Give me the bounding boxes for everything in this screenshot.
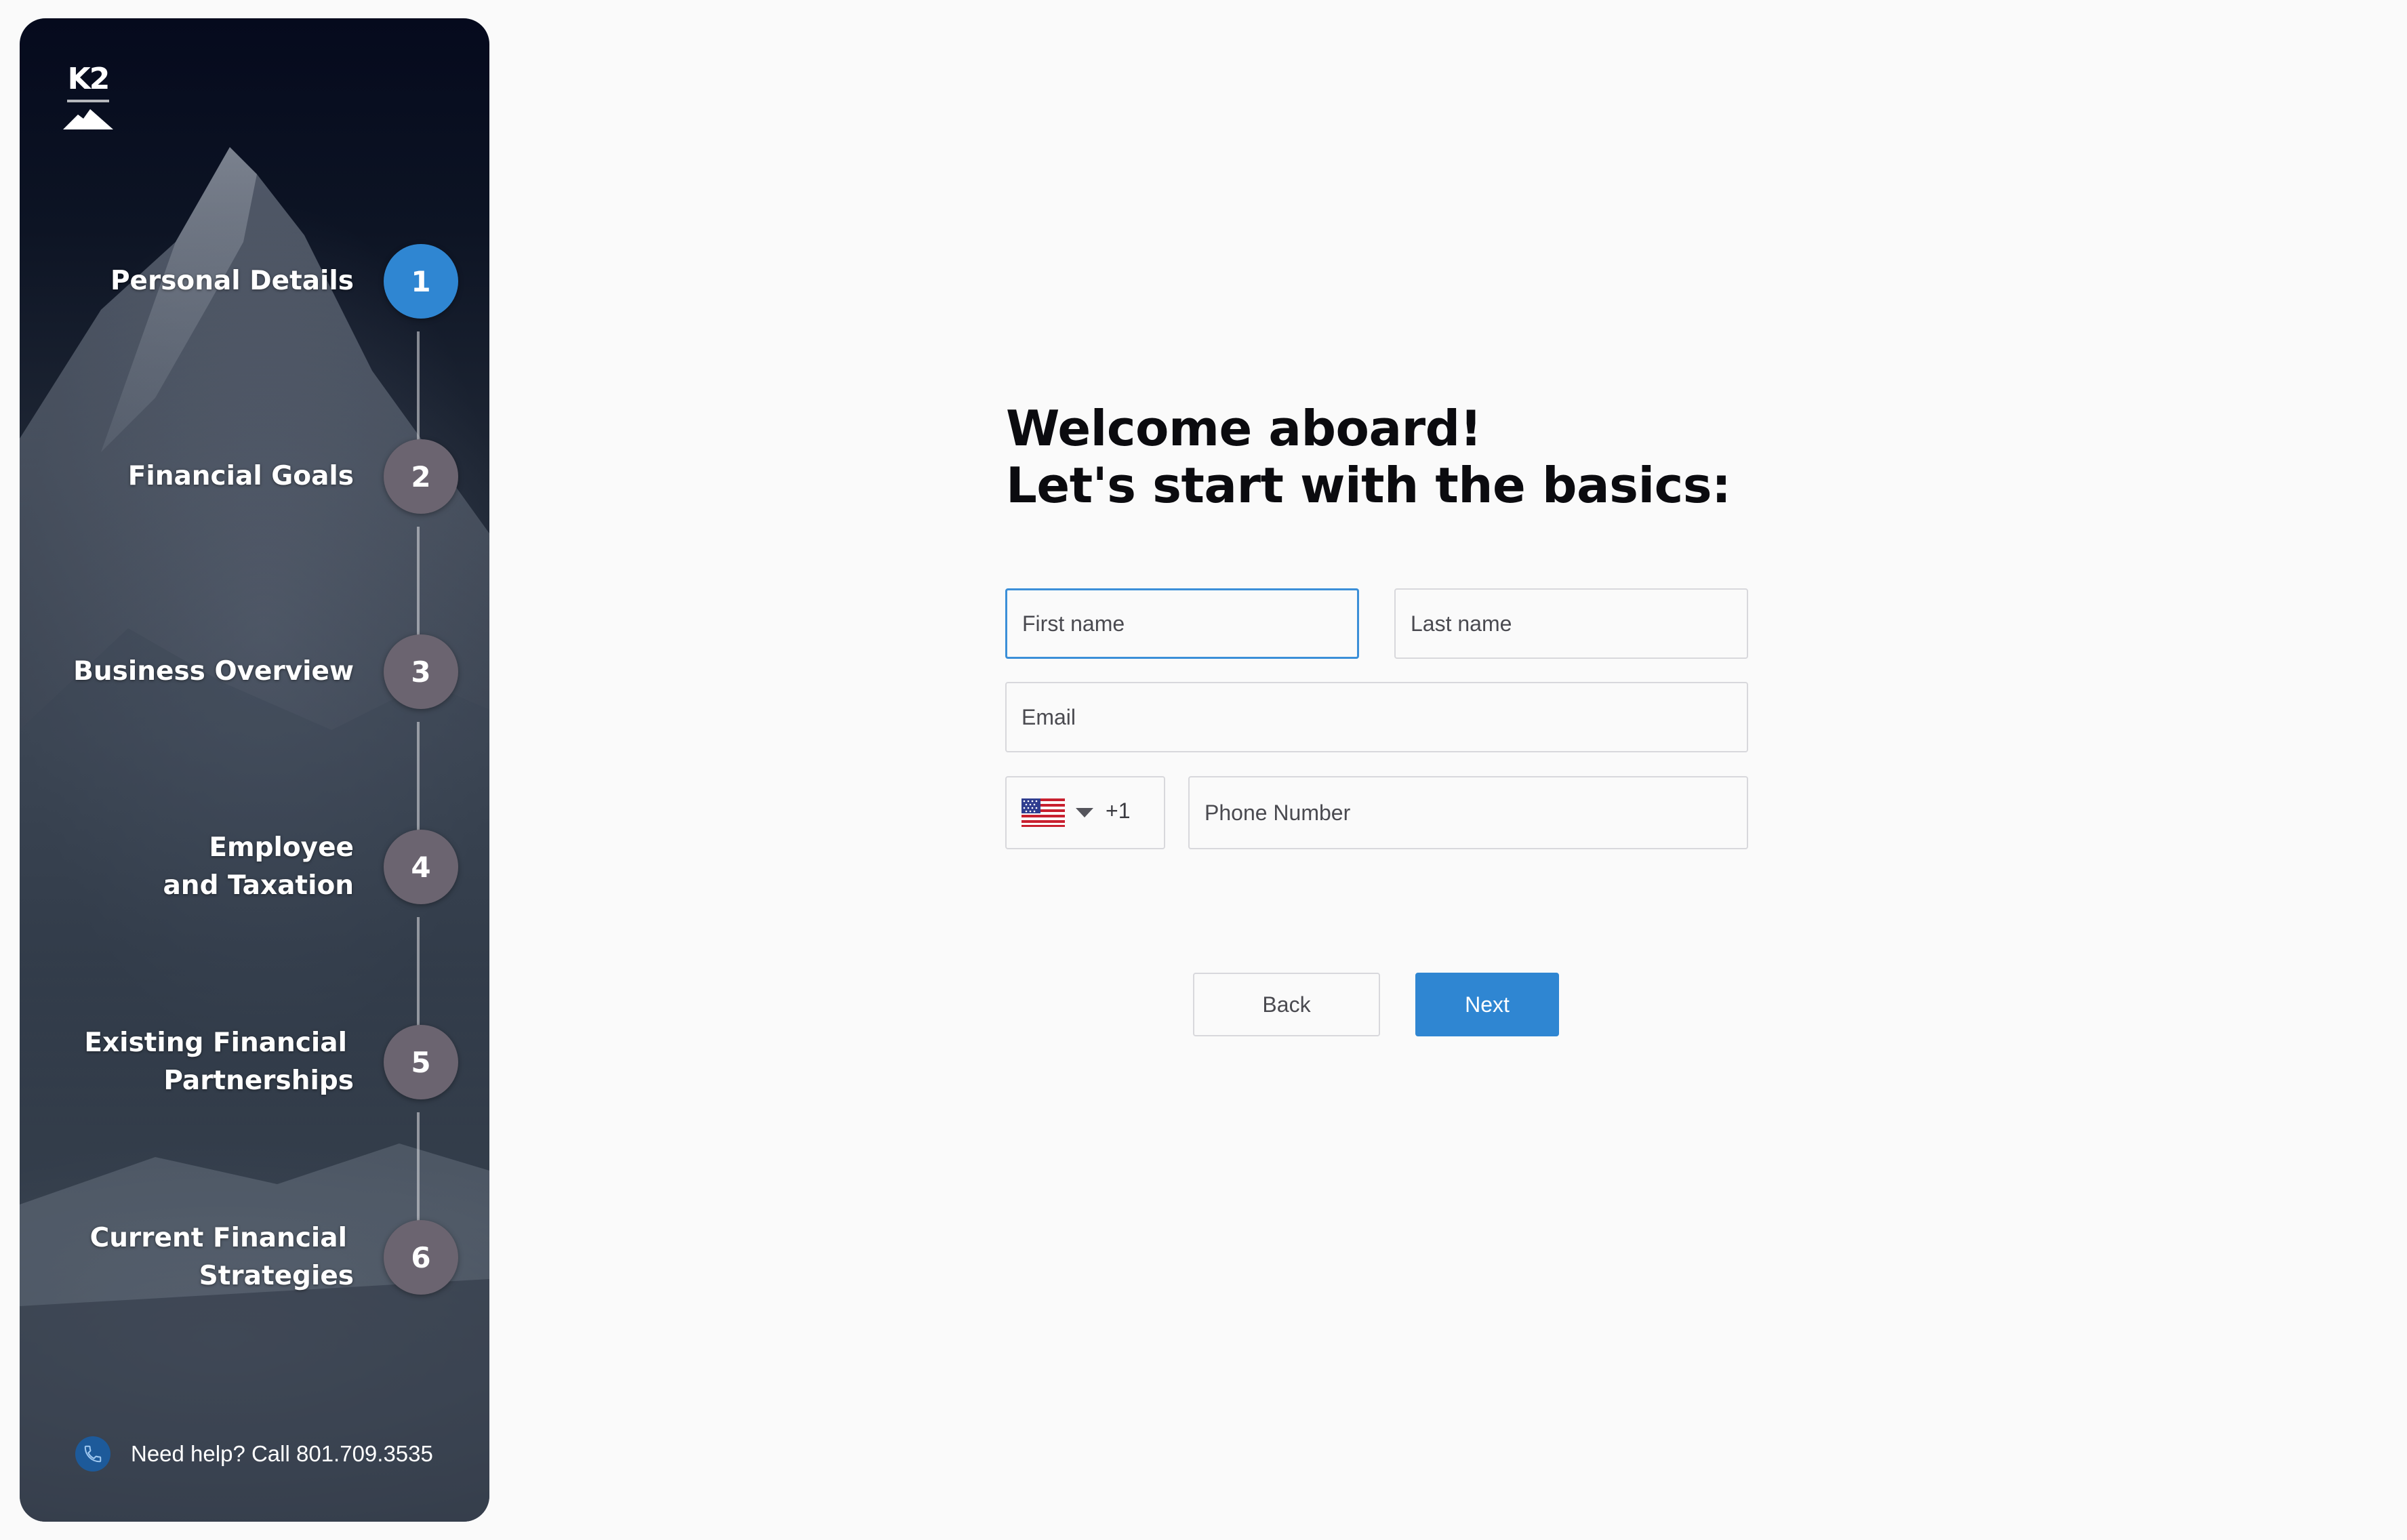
step-4-indicator[interactable]: 4 bbox=[384, 830, 458, 904]
step-label-line: Current Financial bbox=[89, 1223, 347, 1253]
step-label-line: Partnerships bbox=[163, 1066, 354, 1096]
onboarding-page: K2 Personal Details 1 Financial Goals 2 … bbox=[0, 0, 2407, 1540]
mountain-logo-icon bbox=[63, 109, 113, 129]
step-label-line: Strategies bbox=[199, 1261, 354, 1291]
step-connector bbox=[417, 331, 420, 447]
help-text: Need help? Call 801.709.3535 bbox=[131, 1441, 433, 1466]
step-6-indicator[interactable]: 6 bbox=[384, 1220, 458, 1295]
chevron-down-icon bbox=[1076, 808, 1093, 817]
step-connector bbox=[417, 917, 420, 1032]
heading-line: Welcome aboard! bbox=[1006, 400, 1482, 457]
help-contact[interactable]: Need help? Call 801.709.3535 bbox=[75, 1436, 433, 1472]
page-title: Welcome aboard! Let's start with the bas… bbox=[1006, 400, 1731, 514]
step-label-line: and Taxation bbox=[163, 870, 354, 901]
step-3-indicator[interactable]: 3 bbox=[384, 634, 458, 709]
first-name-input[interactable] bbox=[1005, 588, 1359, 659]
step-label-current-financial-strategies[interactable]: Current Financial Strategies bbox=[22, 1219, 354, 1295]
heading-line: Let's start with the basics: bbox=[1006, 457, 1731, 514]
step-connector bbox=[417, 1112, 420, 1228]
step-1-indicator[interactable]: 1 bbox=[384, 244, 458, 319]
k2-logo: K2 bbox=[62, 62, 115, 150]
step-connector bbox=[417, 527, 420, 642]
us-flag-icon bbox=[1022, 798, 1065, 827]
dial-code: +1 bbox=[1106, 798, 1131, 823]
step-2-indicator[interactable]: 2 bbox=[384, 439, 458, 514]
step-connector bbox=[417, 722, 420, 837]
logo-underline bbox=[67, 100, 109, 102]
country-code-select[interactable]: +1 bbox=[1005, 776, 1165, 849]
step-label-personal-details[interactable]: Personal Details bbox=[28, 262, 354, 300]
step-label-line: Employee bbox=[209, 832, 354, 863]
phone-icon bbox=[75, 1436, 110, 1472]
email-input[interactable] bbox=[1005, 682, 1748, 752]
step-label-financial-goals[interactable]: Financial Goals bbox=[28, 458, 354, 495]
back-button[interactable]: Back bbox=[1193, 973, 1380, 1036]
step-5-indicator[interactable]: 5 bbox=[384, 1025, 458, 1099]
next-button[interactable]: Next bbox=[1415, 973, 1559, 1036]
step-label-line: Existing Financial bbox=[84, 1028, 347, 1058]
step-label-existing-financial-partnerships[interactable]: Existing Financial Partnerships bbox=[22, 1024, 354, 1100]
step-label-business-overview[interactable]: Business Overview bbox=[28, 653, 354, 691]
logo-text: K2 bbox=[67, 62, 110, 96]
phone-number-input[interactable] bbox=[1188, 776, 1748, 849]
last-name-input[interactable] bbox=[1394, 588, 1748, 659]
step-label-employee-taxation[interactable]: Employee and Taxation bbox=[28, 829, 354, 905]
sidebar: K2 Personal Details 1 Financial Goals 2 … bbox=[20, 18, 489, 1522]
